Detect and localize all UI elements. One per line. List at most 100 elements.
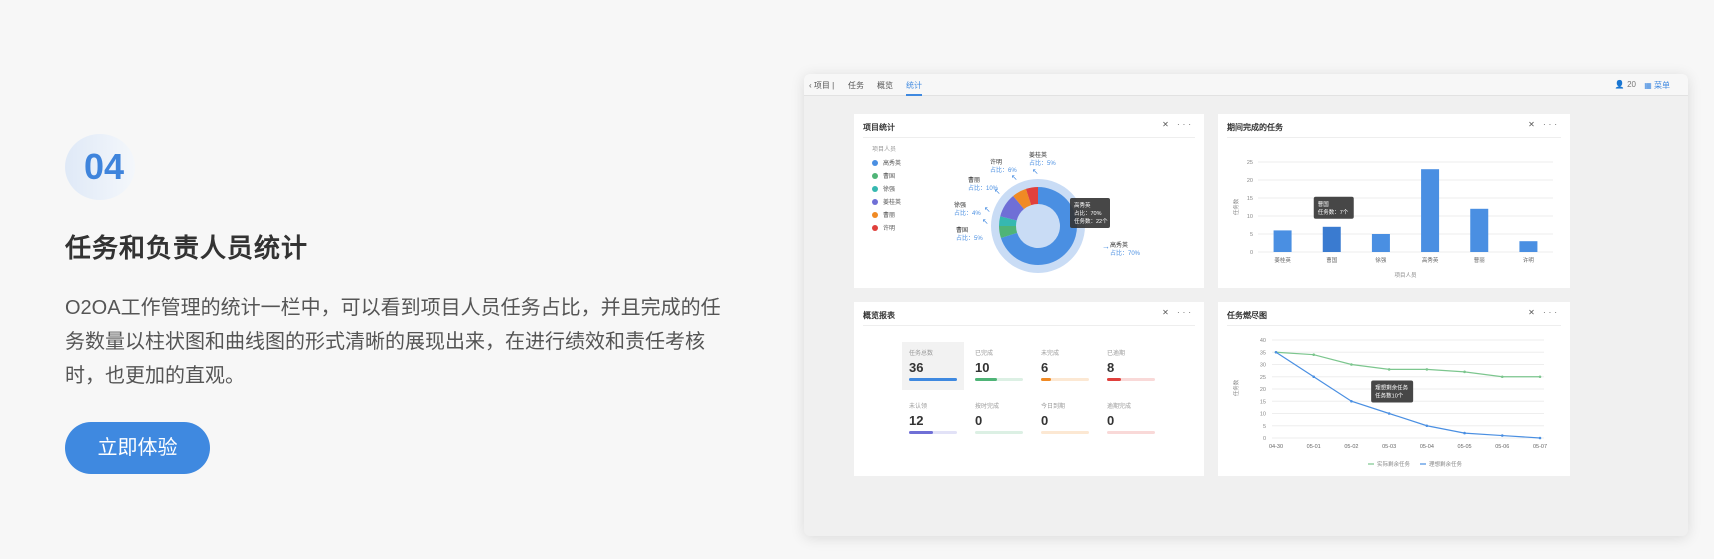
stat-value: 6 [1041,360,1049,375]
series-point [1350,399,1353,403]
legend-title: 项目人员 [872,146,896,153]
stat-bar-track [975,431,1023,434]
menu-button[interactable]: ▦ 菜单 [1644,80,1670,91]
card-tools[interactable]: ✕ ··· [1162,308,1194,317]
app-topbar: ‹ 项目 | 任务 概览 统计 👤 20 ▦ 菜单 [804,74,1688,96]
card-tools[interactable]: ✕ ··· [1528,120,1560,129]
stat-tile[interactable]: 任务总数 36 [902,342,964,390]
legend-marker [872,199,878,205]
stat-label: 今日到期 [1041,404,1066,410]
card-divider [1227,137,1561,138]
stat-bar-fill [1041,378,1051,381]
slice-label-name: 姜桂英 [1029,151,1047,159]
feature-title: 任务和负责人员统计 [65,233,309,263]
feature-number: 04 [84,146,125,187]
back-project-link[interactable]: ‹ 项目 | [809,80,834,91]
card-tools[interactable]: ✕ ··· [1528,308,1560,317]
slice-label-name: 高秀英 [1110,241,1128,249]
grid-icon: ▦ [1644,81,1654,90]
y-tick-label: 25 [1260,375,1266,381]
bar [1273,230,1292,252]
stat-tile[interactable]: 已完成 10 [968,342,1030,390]
tooltip-text: 任务数：22个 [1074,217,1108,225]
y-tick-label: 30 [1260,363,1266,369]
x-tick-label: 04-30 [1269,444,1283,450]
stat-label: 已逾期 [1107,351,1126,357]
tab-statistics[interactable]: 统计 [906,80,922,96]
stat-tile[interactable]: 逾期完成 0 [1100,395,1162,443]
y-tick-label: 10 [1260,412,1266,418]
stat-bar-track [909,378,957,381]
stat-bar-track [1041,378,1089,381]
stat-tile[interactable]: 今日到期 0 [1034,395,1096,443]
tooltip-text: 任务数10个 [1375,392,1404,400]
y-tick-label: 0 [1250,250,1253,256]
series-point [1274,350,1278,354]
slice-label-name: 许明 [990,158,1002,166]
stat-label: 未完成 [1041,351,1060,357]
series-point [1312,375,1316,379]
stat-label: 任务总数 [909,351,934,357]
stat-tile[interactable]: 未完成 6 [1034,342,1096,390]
stat-value: 0 [975,413,983,428]
x-tick-label: 姜桂英 [1274,256,1291,264]
x-tick-label: 许明 [1523,256,1535,264]
project-stats-card: 项目人员 高秀英 曹国 徐强 姜桂英 曹丽 许明 高秀英 占比：70% → 曹国 占比：5% ↖ 徐强 占比… [854,114,1204,288]
try-now-button[interactable]: 立即体验 [65,422,210,474]
tooltip-text: 高秀英 [1074,201,1091,209]
burndown-card: 0 5 10 15 20 25 30 35 40 任务数 04-30 05-01 05-02 05-03 0… [1218,302,1570,476]
series-point [1500,375,1504,379]
card-tools[interactable]: ✕ ··· [1162,120,1194,129]
stat-tile[interactable]: 已逾期 8 [1100,342,1162,390]
x-axis-label: 项目人员 [1394,272,1417,279]
x-tick-label: 05-01 [1307,444,1321,450]
leader-arrow: ↖ [982,217,989,226]
y-tick-label: 20 [1247,178,1253,184]
card-divider [1227,325,1561,326]
slice-label-pct: 占比：4% [954,209,981,217]
series-point [1425,368,1429,371]
app-screenshot: ‹ 项目 | 任务 概览 统计 👤 20 ▦ 菜单 项目人员 高秀英 曹国 徐强 姜桂英… [804,74,1688,536]
tooltip-text: 曹国 [1318,200,1330,208]
series-point [1387,368,1391,371]
bar [1322,226,1341,252]
legend-label: 曹国 [883,172,895,180]
overview-card: 概览报表 ✕ ··· 任务总数 36 已完成 10 未完成 6 已逾期 8 未认领 12 按时完成 0… [854,302,1204,476]
stat-value: 0 [1107,413,1115,428]
legend-label: 曹丽 [883,211,895,219]
series-point [1425,424,1429,428]
series-point [1312,353,1316,356]
bar [1421,169,1440,252]
x-tick-label: 05-02 [1344,444,1358,450]
period-tasks-chart: 0510152025任务数姜桂英 曹国 徐强 高秀英 曹丽 许明项目人员曹国任务数：7个 [1232,160,1553,279]
members-count[interactable]: 👤 20 [1615,80,1636,89]
legend-marker [872,173,878,179]
leader-arrow: → [1102,242,1110,251]
slice-label-pct: 占比：70% [1110,249,1141,257]
stat-value: 12 [909,413,924,428]
x-tick-label: 05-04 [1420,444,1434,450]
stat-label: 按时完成 [975,404,1000,410]
menu-label: 菜单 [1654,81,1670,90]
card-title: 期间完成的任务 [1227,123,1283,132]
legend-label: 理想剩余任务 [1429,460,1463,468]
stat-label: 未认领 [909,404,928,410]
stat-tile[interactable]: 按时完成 0 [968,395,1030,443]
x-tick-label: 05-03 [1382,444,1396,450]
legend-label: 许明 [883,224,895,232]
x-tick-label: 曹国 [1326,256,1338,264]
stat-tile[interactable]: 未认领 12 [902,395,964,443]
x-tick-label: 徐强 [1375,256,1387,264]
bar [1470,208,1489,252]
tab-overview[interactable]: 概览 [877,80,893,91]
stat-bar-fill [909,378,957,381]
slice-label-name: 徐强 [954,201,966,209]
series-point [1538,436,1542,440]
series-point [1463,370,1466,374]
tab-tasks[interactable]: 任务 [848,80,864,91]
leader-arrow: ↖ [994,187,1001,196]
stat-label: 已完成 [975,351,994,357]
legend-marker [872,186,878,192]
members-count-value: 20 [1627,80,1636,89]
project-stats-chart: 项目人员高秀英曹国徐强姜桂英曹丽许明高秀英占比：70%→曹国占比：5%↖徐强占比… [872,146,1141,273]
